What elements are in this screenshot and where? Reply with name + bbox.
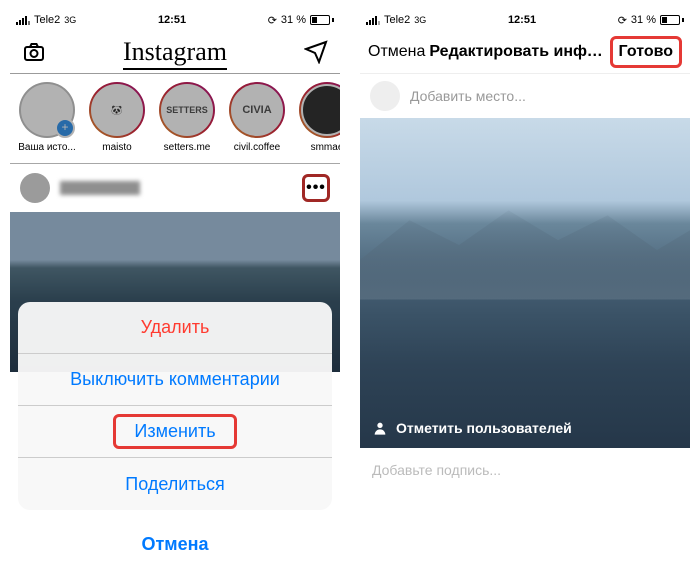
post-more-button[interactable]: ••• <box>302 174 330 202</box>
story-item[interactable]: smmae <box>296 82 340 155</box>
left-screenshot: Tele2 3G 12:51 ⟳ 31 % Instagram Ваша ист… <box>10 10 340 578</box>
add-location-label: Добавить место... <box>410 88 526 104</box>
sheet-edit[interactable]: Изменить <box>18 406 332 458</box>
post-image[interactable]: Отметить пользователей <box>360 118 690 448</box>
tag-users-button[interactable]: Отметить пользователей <box>372 420 572 436</box>
story-item[interactable]: 🐼 maisto <box>86 82 148 155</box>
post-username[interactable] <box>60 181 140 195</box>
stories-tray[interactable]: Ваша исто... 🐼 maisto SETTERS setters.me… <box>10 74 340 164</box>
sheet-share[interactable]: Поделиться <box>18 458 332 510</box>
user-avatar <box>370 81 400 111</box>
sheet-delete[interactable]: Удалить <box>18 302 332 354</box>
send-icon[interactable] <box>304 40 328 64</box>
battery-icon <box>660 15 684 25</box>
clock: 12:51 <box>158 14 186 26</box>
top-nav: Instagram <box>10 30 340 74</box>
camera-icon[interactable] <box>22 40 46 64</box>
story-item[interactable]: CIVIA civil.coffee <box>226 82 288 155</box>
network-label: 3G <box>64 15 76 25</box>
signal-icon <box>366 16 380 25</box>
nav-done-button[interactable]: Готово <box>610 36 682 68</box>
clock: 12:51 <box>508 14 536 26</box>
battery-percent: 31 % <box>631 14 656 26</box>
add-location-row[interactable]: Добавить место... <box>360 74 690 118</box>
status-bar: Tele2 3G 12:51 ⟳ 31 % <box>360 10 690 30</box>
battery-icon <box>310 15 334 25</box>
post-avatar[interactable] <box>20 173 50 203</box>
nav-cancel-button[interactable]: Отмена <box>368 43 425 61</box>
caption-input[interactable]: Добавьте подпись... <box>360 448 690 492</box>
carrier-label: Tele2 <box>384 14 410 26</box>
status-bar: Tele2 3G 12:51 ⟳ 31 % <box>10 10 340 30</box>
story-item[interactable]: SETTERS setters.me <box>156 82 218 155</box>
nav-title: Редактировать информа... <box>425 43 609 61</box>
sheet-cancel[interactable]: Отмена <box>18 518 332 570</box>
edit-nav: Отмена Редактировать информа... Готово <box>360 30 690 74</box>
network-label: 3G <box>414 15 426 25</box>
carrier-label: Tele2 <box>34 14 60 26</box>
person-icon <box>372 420 388 436</box>
signal-icon <box>16 16 30 25</box>
right-screenshot: Tele2 3G 12:51 ⟳ 31 % Отмена Редактирова… <box>360 10 690 578</box>
sheet-disable-comments[interactable]: Выключить комментарии <box>18 354 332 406</box>
story-your-story[interactable]: Ваша исто... <box>16 82 78 155</box>
app-title: Instagram <box>123 37 227 67</box>
battery-percent: 31 % <box>281 14 306 26</box>
post-header: ••• <box>10 164 340 212</box>
action-sheet: Удалить Выключить комментарии Изменить П… <box>18 302 332 570</box>
